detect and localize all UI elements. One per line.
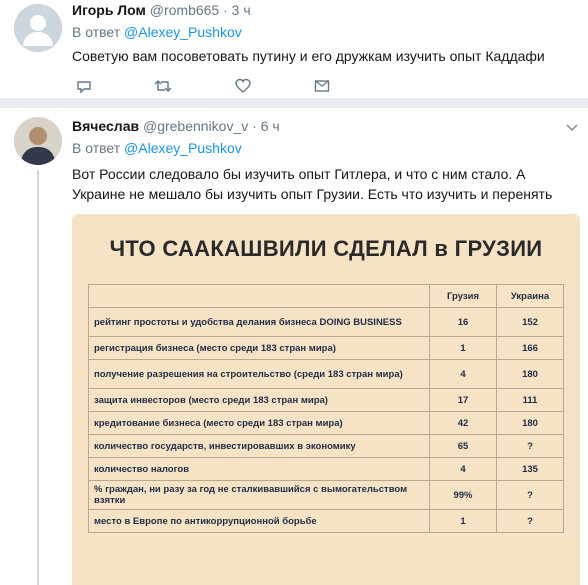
ukraine-value: 166: [496, 336, 564, 360]
timestamp[interactable]: 6 ч: [261, 118, 280, 134]
tweet-actions: [72, 78, 352, 98]
ukraine-value: ?: [496, 480, 564, 510]
table-row: защита инвесторов (место среди 183 стран…: [88, 388, 564, 412]
row-label: место в Европе по антикоррупционной борь…: [88, 509, 430, 533]
row-label: защита инвесторов (место среди 183 стран…: [88, 388, 430, 412]
table-header-row: Грузия Украина: [88, 284, 564, 308]
georgia-value: 42: [429, 411, 497, 435]
row-label: количество государств, инвестировавших в…: [88, 434, 430, 458]
reply-context: В ответ @Alexey_Pushkov: [72, 140, 242, 156]
ukraine-value: ?: [496, 509, 564, 533]
row-label: получение разрешения на строительство (с…: [88, 359, 430, 389]
row-label: % граждан, ни разу за год не сталкивавши…: [88, 480, 430, 510]
ukraine-value: 135: [496, 457, 564, 481]
header-blank: [88, 284, 430, 308]
reply-prefix: В ответ: [72, 24, 121, 40]
header-ukraine: Украина: [496, 284, 564, 308]
row-label: регистрация бизнеса (место среди 183 стр…: [88, 336, 430, 360]
table-row: рейтинг простоты и удобства делания бизн…: [88, 307, 564, 337]
table-row: получение разрешения на строительство (с…: [88, 359, 564, 389]
tweet-1: Игорь Лом @romb665 · 3 ч В ответ @Alexey…: [0, 0, 588, 98]
georgia-value: 99%: [429, 480, 497, 510]
author-name[interactable]: Игорь Лом: [72, 2, 146, 18]
thread-line: [37, 170, 39, 585]
row-label: количество налогов: [88, 457, 430, 481]
georgia-value: 4: [429, 457, 497, 481]
table-row: % граждан, ни разу за год не сталкивавши…: [88, 480, 564, 510]
comparison-table: Грузия Украина рейтинг простоты и удобст…: [88, 284, 564, 533]
tweet-text: Вот России следовало бы изучить опыт Гит…: [72, 166, 553, 202]
georgia-value: 65: [429, 434, 497, 458]
tweet-text: Советую вам посоветовать путину и его др…: [72, 48, 545, 64]
chevron-down-icon[interactable]: [566, 122, 578, 136]
table-row: кредитование бизнеса (место среди 183 ст…: [88, 411, 564, 435]
retweet-icon[interactable]: [154, 78, 172, 98]
thread-separator: [0, 98, 588, 108]
author-handle[interactable]: @grebennikov_v: [143, 118, 248, 134]
reply-context: В ответ @Alexey_Pushkov: [72, 24, 242, 40]
ukraine-value: 111: [496, 388, 564, 412]
georgia-value: 4: [429, 359, 497, 389]
table-row: регистрация бизнеса (место среди 183 стр…: [88, 336, 564, 360]
tweet-header: Игорь Лом @romb665 · 3 ч: [72, 2, 251, 18]
ukraine-value: ?: [496, 434, 564, 458]
heart-icon[interactable]: [235, 78, 251, 98]
ukraine-value: 152: [496, 307, 564, 337]
georgia-value: 16: [429, 307, 497, 337]
author-name[interactable]: Вячеслав: [72, 118, 139, 134]
mail-icon[interactable]: [314, 78, 330, 98]
table-row: место в Европе по антикоррупционной борь…: [88, 509, 564, 533]
author-handle[interactable]: @romb665: [150, 2, 219, 18]
row-label: кредитование бизнеса (место среди 183 ст…: [88, 411, 430, 435]
reply-mention-link[interactable]: @Alexey_Pushkov: [124, 24, 242, 40]
reply-mention-link[interactable]: @Alexey_Pushkov: [124, 140, 242, 156]
tweet-header-2: Вячеслав @grebennikov_v · 6 ч: [72, 118, 280, 134]
tweet-image[interactable]: ЧТО СААКАШВИЛИ СДЕЛАЛ в ГРУЗИИ Грузия Ук…: [72, 214, 580, 585]
georgia-value: 1: [429, 336, 497, 360]
default-avatar[interactable]: [14, 4, 62, 52]
ukraine-value: 180: [496, 411, 564, 435]
reply-prefix: В ответ: [72, 140, 121, 156]
separator-dot: ·: [252, 118, 257, 134]
georgia-value: 1: [429, 509, 497, 533]
georgia-value: 17: [429, 388, 497, 412]
reply-icon[interactable]: [76, 78, 92, 98]
table-row: количество налогов 4 135: [88, 457, 564, 481]
row-label: рейтинг простоты и удобства делания бизн…: [88, 307, 430, 337]
table-row: количество государств, инвестировавших в…: [88, 434, 564, 458]
image-title: ЧТО СААКАШВИЛИ СДЕЛАЛ в ГРУЗИИ: [109, 236, 543, 261]
separator-dot: ·: [223, 2, 228, 18]
user-avatar[interactable]: [14, 117, 62, 165]
ukraine-value: 180: [496, 359, 564, 389]
timestamp[interactable]: 3 ч: [232, 2, 251, 18]
header-georgia: Грузия: [429, 284, 497, 308]
